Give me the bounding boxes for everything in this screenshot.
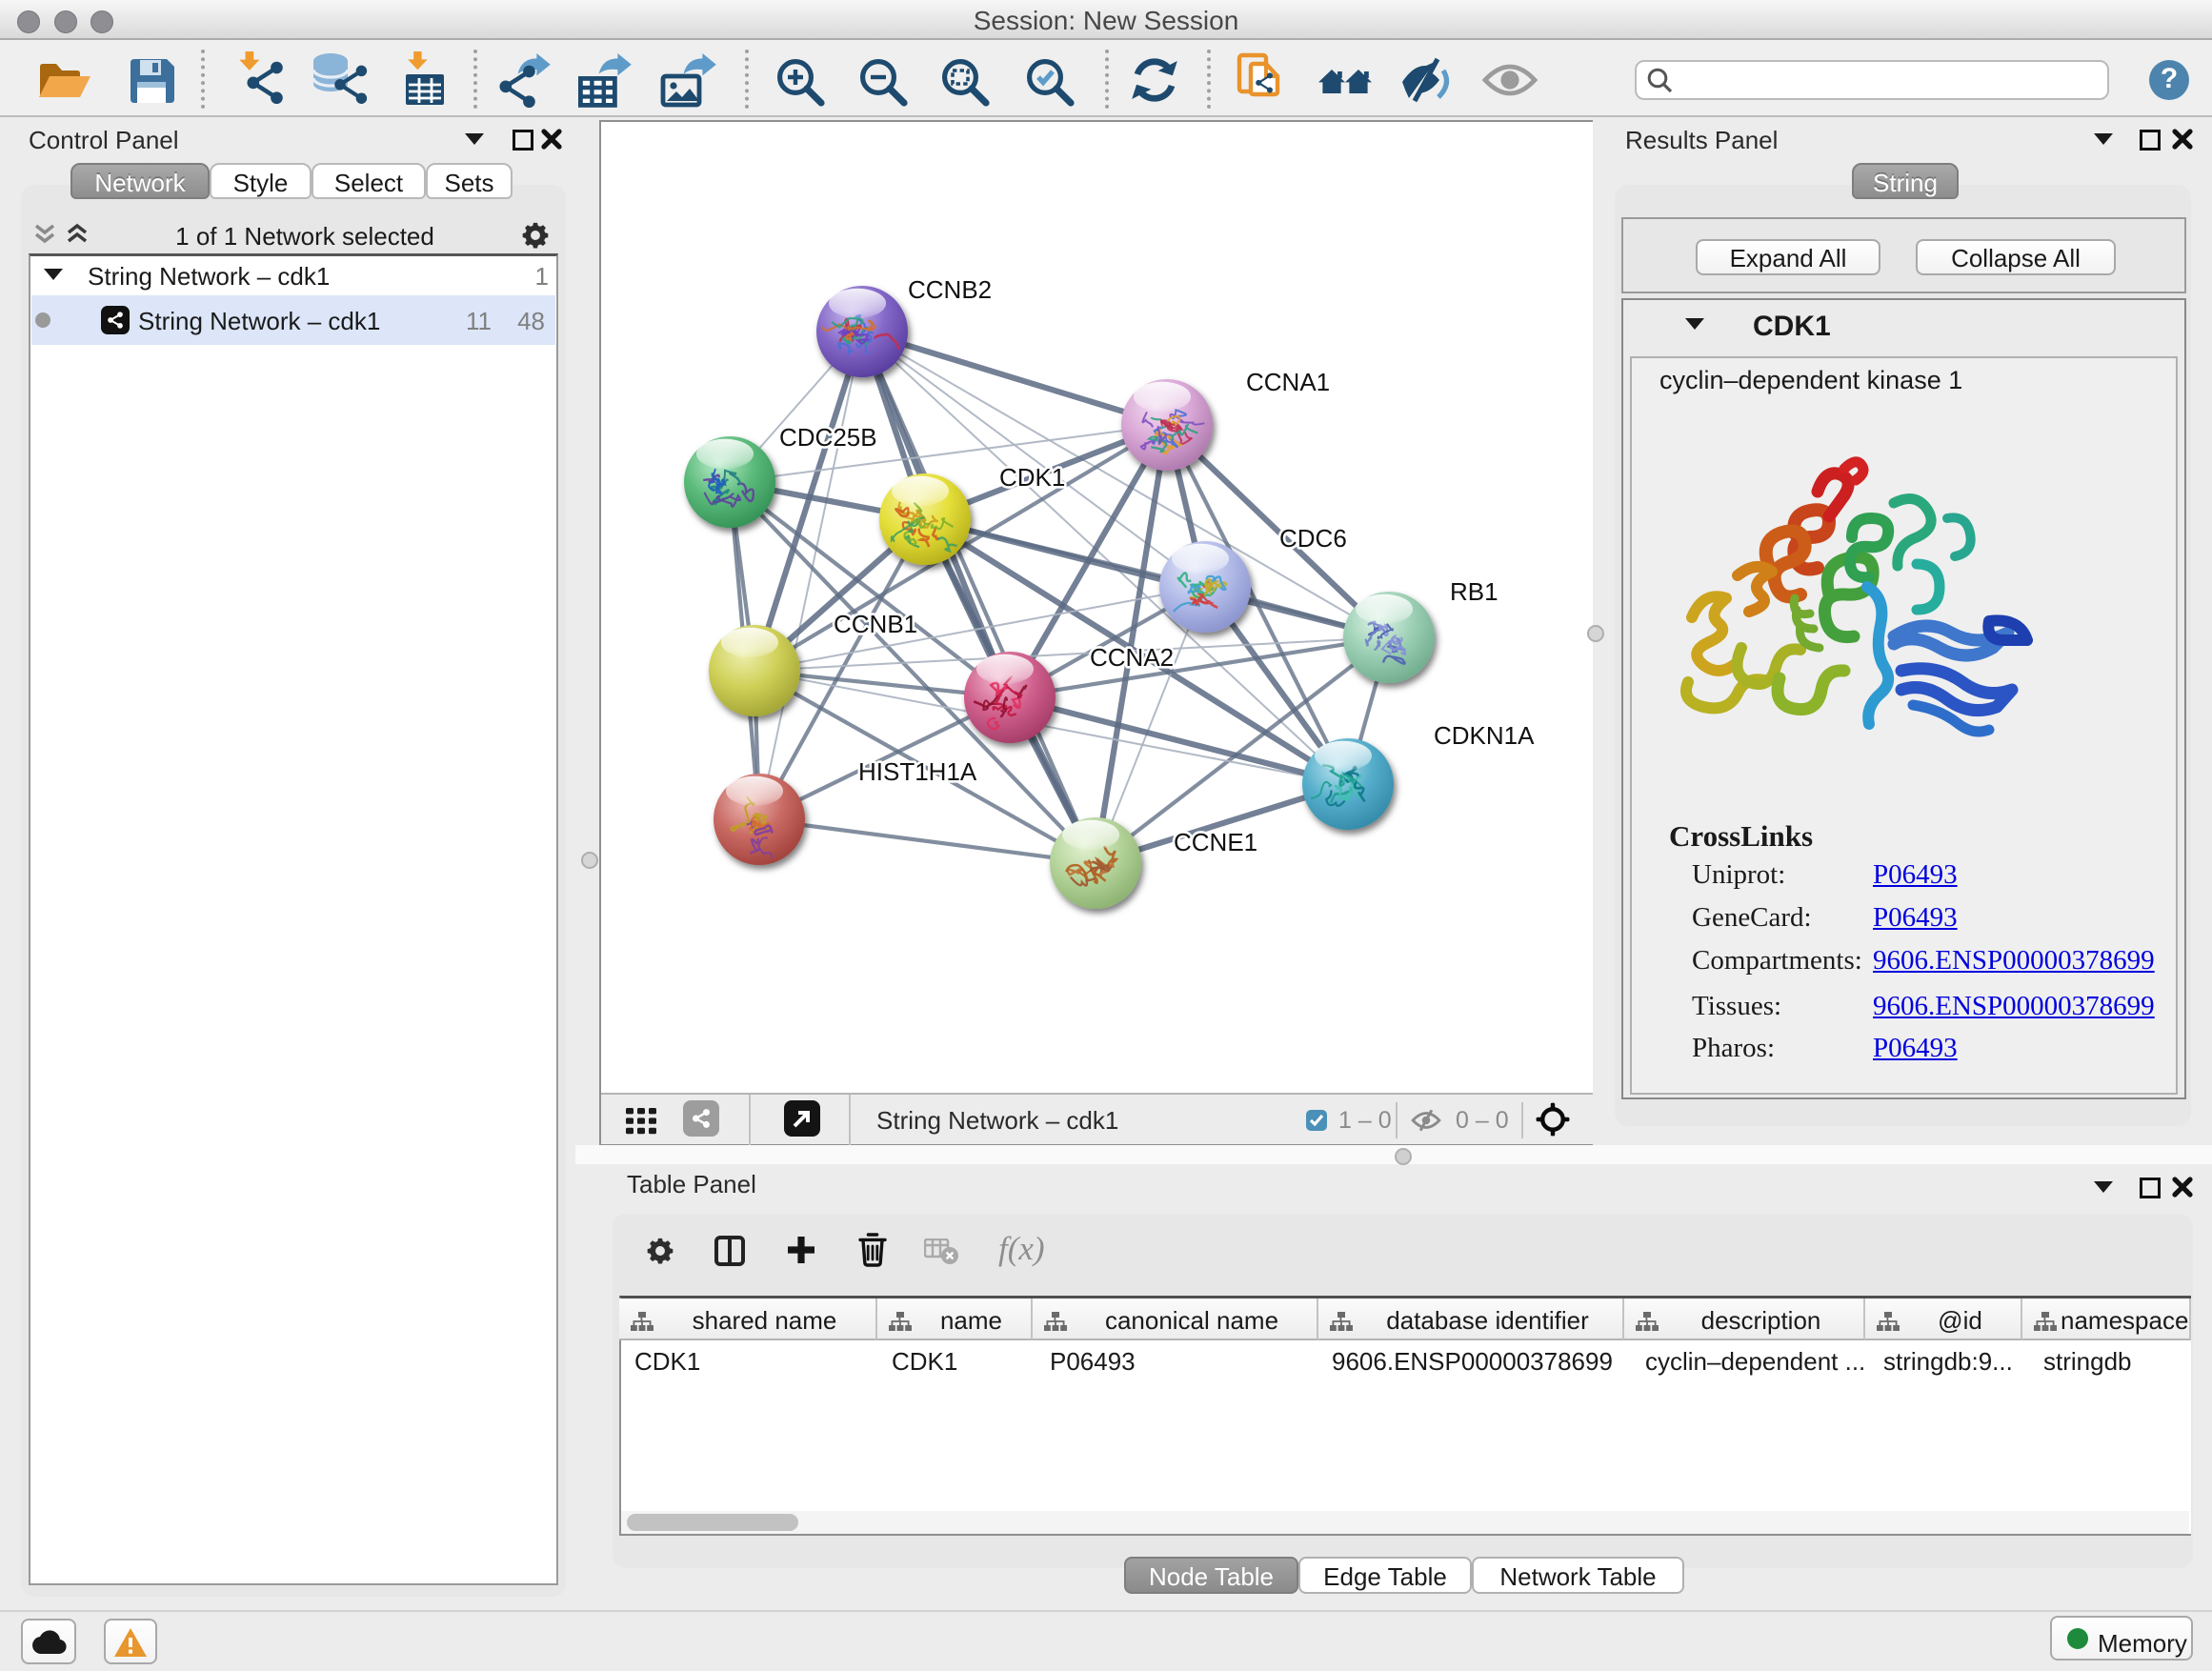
svg-text:RB1: RB1 (1450, 577, 1498, 606)
svg-text:CCNA2: CCNA2 (1090, 643, 1174, 672)
svg-text:CCNB1: CCNB1 (834, 610, 917, 638)
svg-text:CCNA1: CCNA1 (1246, 368, 1330, 396)
svg-text:CDKN1A: CDKN1A (1434, 721, 1535, 750)
svg-text:CDC6: CDC6 (1279, 524, 1347, 553)
svg-text:CDC25B: CDC25B (779, 423, 877, 452)
svg-text:CCNE1: CCNE1 (1174, 828, 1257, 856)
svg-text:CDK1: CDK1 (999, 463, 1065, 492)
svg-text:CCNB2: CCNB2 (908, 275, 992, 304)
svg-text:HIST1H1A: HIST1H1A (858, 757, 977, 786)
